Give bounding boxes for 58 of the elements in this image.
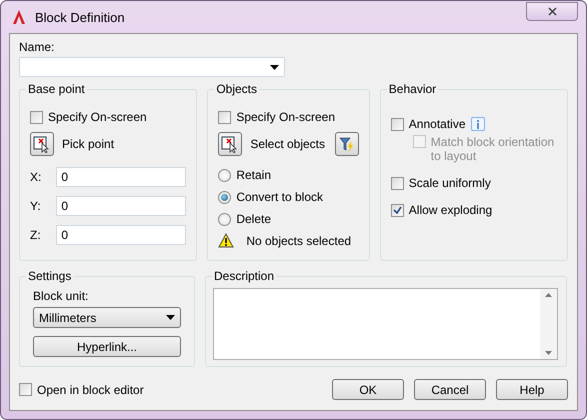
description-field[interactable] <box>213 288 558 360</box>
filter-lightning-icon <box>338 135 356 153</box>
radio-label: Convert to block <box>236 190 324 204</box>
checkbox-label: Allow exploding <box>408 203 492 217</box>
unit-dropdown[interactable]: Millimeters <box>33 307 181 328</box>
scrollbar[interactable] <box>540 289 557 359</box>
pick-cursor-icon <box>221 135 240 153</box>
checkbox-label: Scale uniformly <box>408 176 491 190</box>
group-title: Description <box>212 269 276 283</box>
checkbox[interactable] <box>218 110 232 124</box>
coordinate-label: X: <box>30 170 42 184</box>
window-title: Block Definition <box>35 10 126 24</box>
checkbox-label: Annotative <box>408 117 466 131</box>
group-title: Objects <box>214 82 259 96</box>
group-title: Base point <box>26 82 87 96</box>
dialog-button[interactable]: Help <box>496 379 568 400</box>
app-logo-icon <box>11 9 27 25</box>
quick-select-button[interactable] <box>334 132 359 156</box>
checkbox[interactable] <box>390 118 404 130</box>
checkbox[interactable] <box>19 383 32 396</box>
coordinate-field[interactable]: 0 <box>56 167 186 187</box>
radio-button[interactable] <box>218 168 232 182</box>
field-label: Name: <box>19 40 56 54</box>
radio-label: Delete <box>236 212 271 226</box>
coordinate-label: Z: <box>30 228 41 242</box>
select-objects-button[interactable] <box>218 132 242 156</box>
close-icon <box>548 6 556 16</box>
checkbox-label: Specify On-screen <box>236 110 336 124</box>
info-icon[interactable] <box>470 117 485 131</box>
status-text: No objects selected <box>246 234 352 248</box>
group-title: Behavior <box>386 82 438 96</box>
warning-icon <box>218 233 234 248</box>
pick-point-button[interactable] <box>30 132 54 156</box>
checkbox[interactable] <box>390 176 404 190</box>
button-label: Select objects <box>250 137 326 151</box>
checkbox[interactable] <box>390 204 404 216</box>
coordinate-field[interactable]: 0 <box>56 225 186 245</box>
radio-button[interactable] <box>218 212 232 226</box>
scroll-up-icon[interactable] <box>545 293 552 297</box>
group-title: Settings <box>26 269 74 283</box>
pick-cursor-icon <box>33 135 51 153</box>
hyperlink-button[interactable]: Hyperlink... <box>33 336 181 357</box>
checkbox[interactable] <box>30 110 43 124</box>
checkbox-label: Open in block editor <box>37 382 144 396</box>
close-button[interactable] <box>526 2 578 20</box>
dialog-button[interactable]: OK <box>332 379 404 400</box>
field-label: Block unit: <box>33 289 90 303</box>
dialog-button[interactable]: Cancel <box>414 379 486 400</box>
scroll-down-icon[interactable] <box>545 351 552 355</box>
checkbox-label: Match block orientation to layout <box>430 135 556 163</box>
button-label: Pick point <box>62 137 114 151</box>
checkbox-label: Specify On-screen <box>48 110 147 124</box>
radio-label: Retain <box>236 168 271 182</box>
dropdown-caret-icon <box>166 315 175 320</box>
coordinate-label: Y: <box>30 199 41 213</box>
dropdown-caret-icon <box>270 64 279 70</box>
radio-button[interactable] <box>218 190 232 204</box>
coordinate-field[interactable]: 0 <box>56 196 186 216</box>
